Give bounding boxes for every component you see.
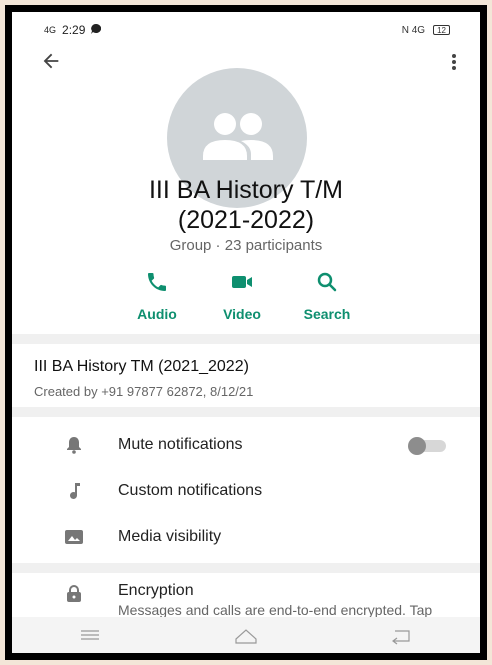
created-by: Created by +91 97877 62872, 8/12/21 [34,384,254,399]
phone-screen: 4G 2:29 N 4G 12 III BA History T/M (2021… [12,12,480,653]
audio-call-button[interactable]: Audio [122,270,192,322]
system-nav-bar [12,617,480,653]
status-time: 2:29 [62,23,86,37]
more-options-icon[interactable] [446,52,462,72]
back-nav-icon[interactable] [387,625,417,645]
network-indicator: 4G [44,25,57,35]
group-description[interactable]: III BA History TM (2021_2022) Created by… [12,344,480,399]
media-label: Media visibility [118,528,222,545]
home-icon[interactable] [231,625,261,645]
media-visibility-row[interactable]: Media visibility [12,514,480,560]
menu-icon[interactable] [75,625,105,645]
group-title-line2: (2021-2022) [177,206,315,234]
battery-level: 12 [437,25,446,35]
bell-icon [67,437,81,454]
chat-bubble-icon [91,23,102,37]
section-divider [12,334,480,344]
group-title: III BA History T/M (2021-2022) [12,175,480,235]
video-camera-icon [232,276,252,288]
video-call-button[interactable]: Video [207,270,277,322]
settings-list: Mute notifications Custom notifications … [12,422,480,560]
status-indicators: N 4G [401,24,426,36]
phone-icon [148,273,166,291]
group-subtitle: Group · 23 participants [169,237,323,254]
group-icon [203,113,273,160]
description-title: III BA History TM (2021_2022) [34,358,249,375]
search-button[interactable]: Search [292,270,362,322]
status-right: N 4G 12 [402,25,450,36]
search-label: Search [303,306,351,322]
video-label: Video [223,306,261,322]
mute-toggle[interactable] [408,437,448,455]
image-icon [65,530,83,544]
battery-icon: 12 [433,25,450,35]
toggle-thumb [408,437,426,455]
status-bar: 4G 2:29 N 4G 12 [12,12,480,48]
section-divider [12,563,480,573]
lock-icon [67,585,81,602]
audio-label: Audio [137,306,177,322]
group-title-line1: III BA History T/M [148,176,344,204]
encryption-label: Encryption [118,582,194,599]
status-left: 4G 2:29 [44,23,102,37]
screenshot-frame: 4G 2:29 N 4G 12 III BA History T/M (2021… [5,5,487,660]
custom-notifications-row[interactable]: Custom notifications [12,468,480,514]
section-divider [12,407,480,417]
music-note-icon [70,483,80,499]
back-arrow-icon[interactable] [40,50,62,72]
action-buttons: Audio Video Search [122,270,362,322]
mute-notifications-row[interactable]: Mute notifications [12,422,480,468]
custom-label: Custom notifications [118,482,263,499]
search-icon [317,272,337,292]
mute-label: Mute notifications [118,436,243,453]
